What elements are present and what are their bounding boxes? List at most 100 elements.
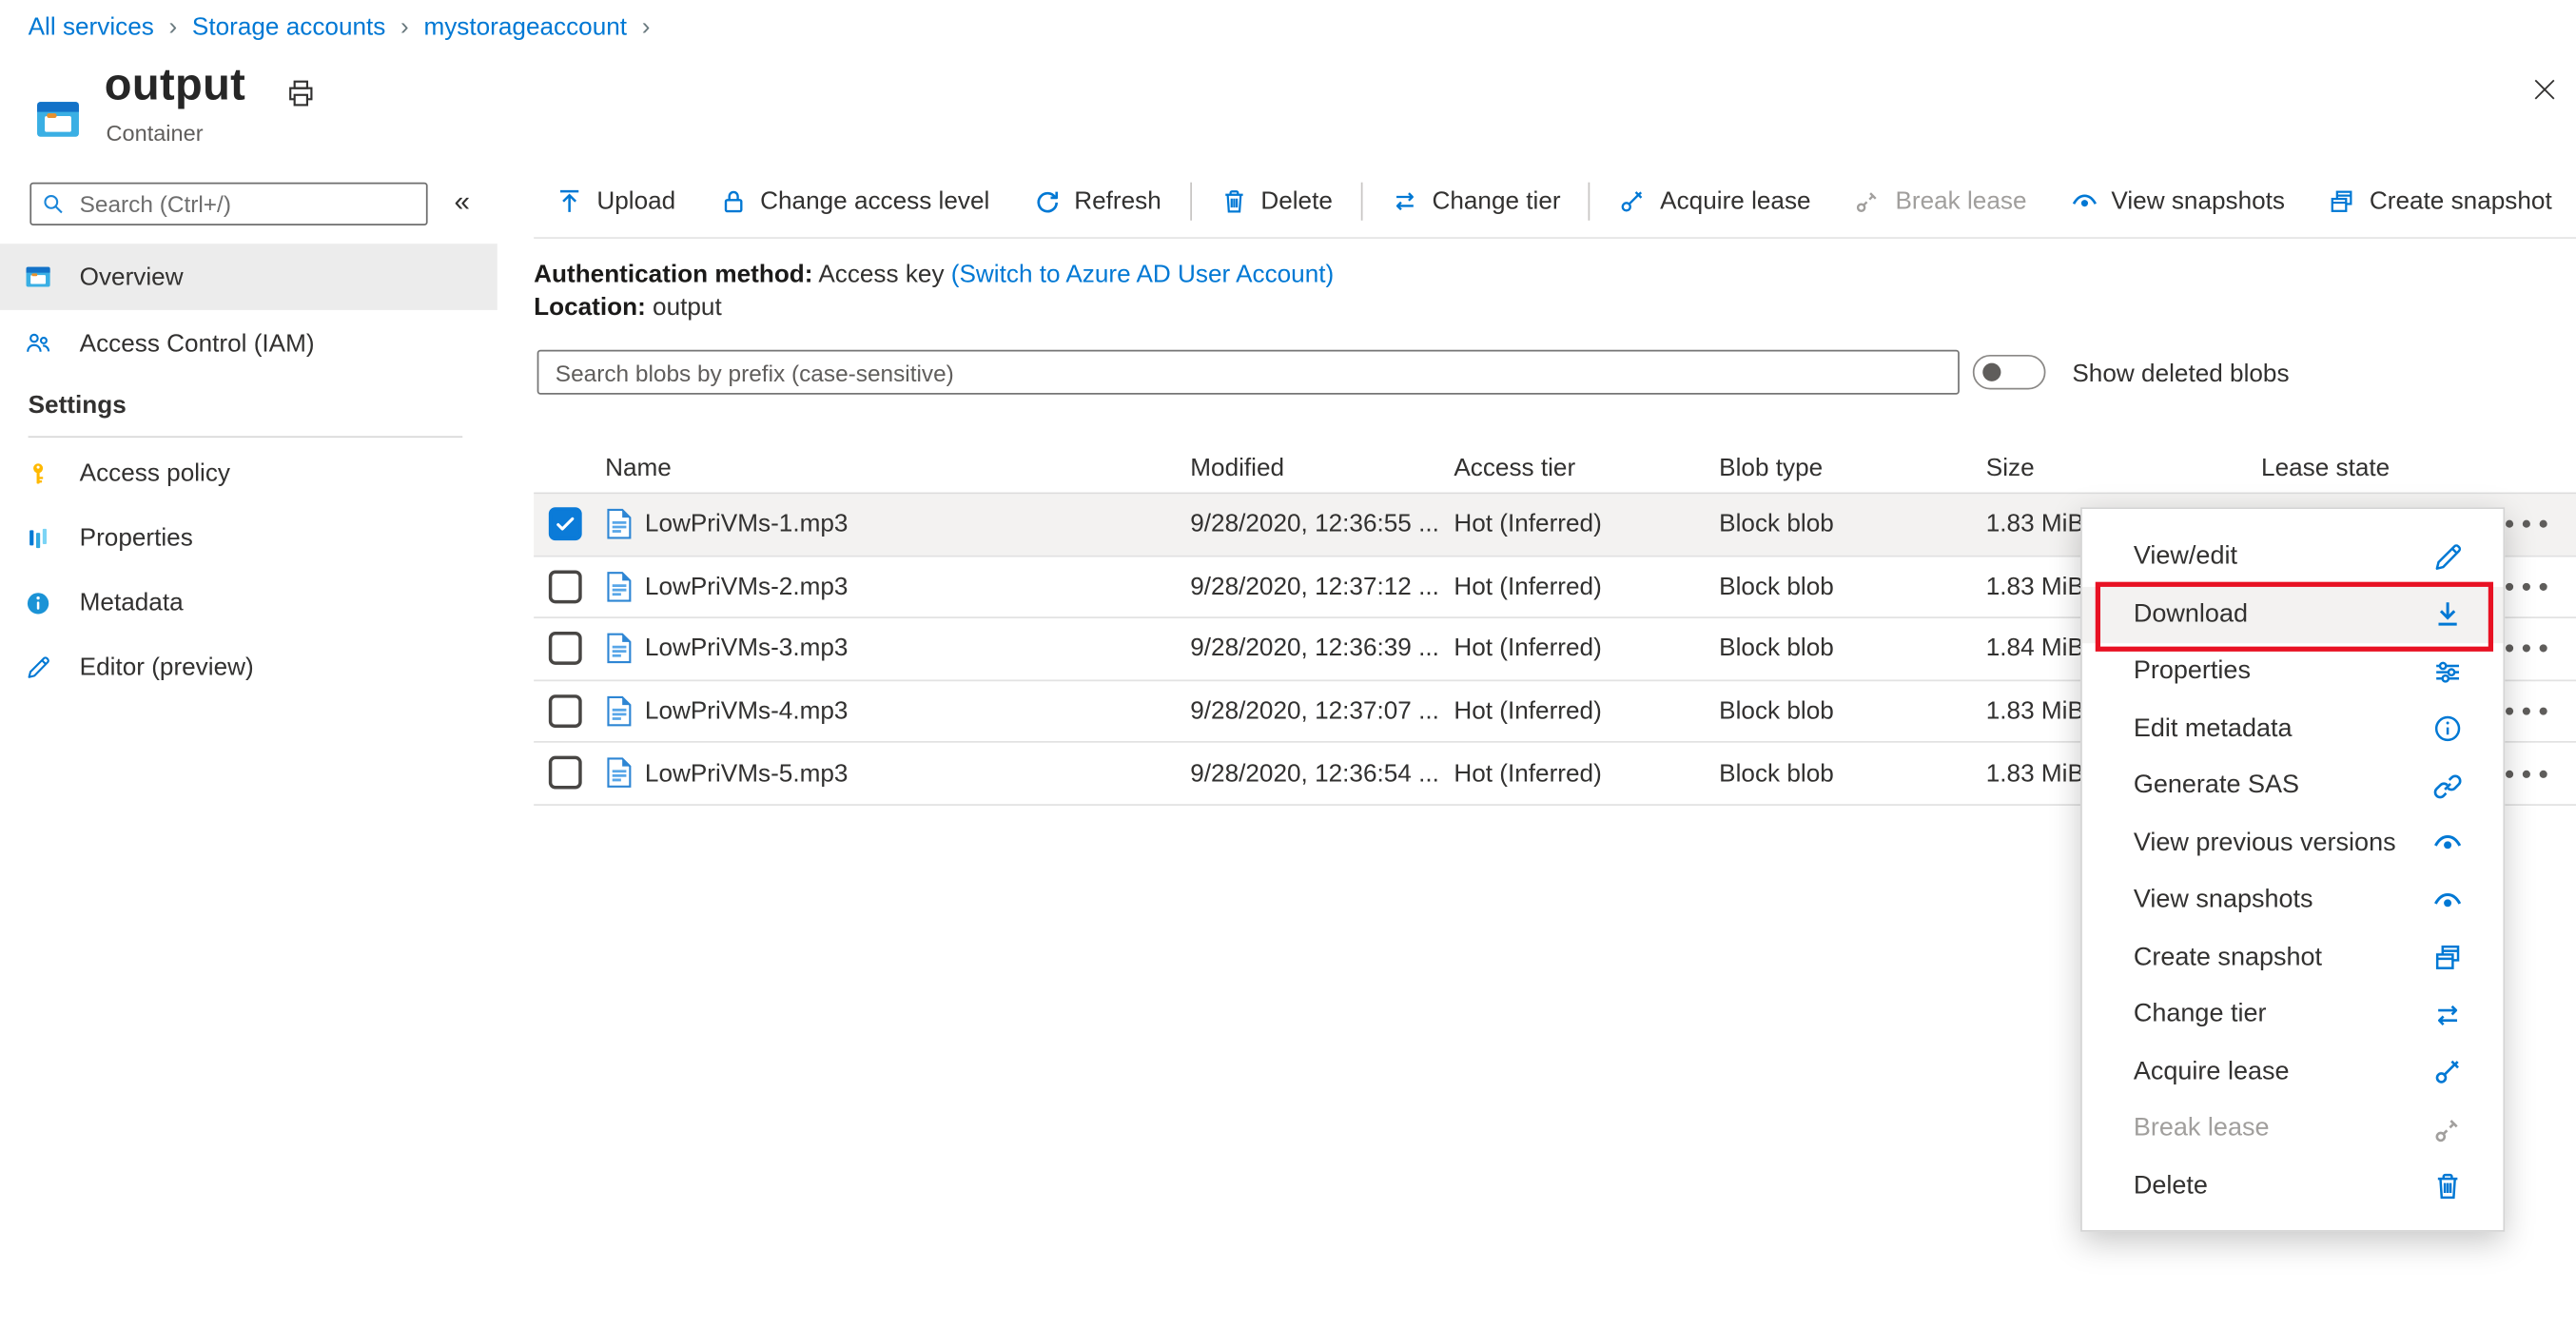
context-menu-item-label: Change tier [2133, 1000, 2267, 1028]
context-menu-item-view-previous-versions[interactable]: View previous versions [2082, 815, 2504, 872]
context-menu-item-generate-sas[interactable]: Generate SAS [2082, 757, 2504, 814]
breadcrumb: All services › Storage accounts › mystoragea… [29, 13, 651, 42]
location-value: output [653, 293, 722, 322]
cell-access-tier: Hot (Inferred) [1454, 635, 1602, 664]
cell-name[interactable]: LowPriVMs-3.mp3 [645, 635, 849, 663]
context-menu-item-view-edit[interactable]: View/edit [2082, 529, 2504, 586]
cell-name[interactable]: LowPriVMs-1.mp3 [645, 510, 849, 538]
context-menu-item-delete[interactable]: Delete [2082, 1158, 2504, 1215]
row-checkbox[interactable] [548, 693, 582, 728]
cell-modified: 9/28/2020, 12:36:54 ... [1190, 759, 1439, 789]
toolbar-button-acquire-lease[interactable]: Acquire lease [1597, 186, 1832, 215]
container-icon [35, 96, 82, 143]
context-menu-item-edit-metadata[interactable]: Edit metadata [2082, 700, 2504, 757]
context-menu-item-acquire-lease[interactable]: Acquire lease [2082, 1044, 2504, 1101]
context-menu-item-label: Properties [2133, 656, 2251, 686]
row-menu-button[interactable] [2503, 510, 2549, 539]
cell-size: 1.83 MiB [1985, 759, 2084, 789]
toolbar-button-change-tier[interactable]: Change tier [1369, 186, 1582, 215]
link-icon [2432, 771, 2464, 802]
toolbar-button-delete[interactable]: Delete [1198, 186, 1354, 215]
refresh-icon [1033, 186, 1062, 215]
pencil-icon [2432, 541, 2464, 573]
sidebar-item-overview[interactable]: Overview [0, 244, 498, 310]
trash-icon [2432, 1171, 2464, 1202]
auth-method-label: Authentication method: [534, 260, 813, 289]
sidebar-item-label: Metadata [79, 588, 184, 617]
sidebar-item-access-policy[interactable]: Access policy [0, 441, 498, 506]
toolbar-button-create-snapshot[interactable]: Create snapshot [2307, 186, 2574, 215]
context-menu-item-change-tier[interactable]: Change tier [2082, 986, 2504, 1044]
breadcrumb-link-storage-accounts[interactable]: Storage accounts [192, 13, 385, 42]
toolbar-button-upload[interactable]: Upload [534, 186, 697, 215]
printer-icon[interactable] [285, 78, 317, 109]
toolbar-button-label: Upload [596, 186, 676, 215]
breadcrumb-link-mystorageaccount[interactable]: mystorageaccount [423, 13, 627, 42]
breadcrumb-link-all-services[interactable]: All services [29, 13, 154, 42]
toolbar-button-change-access-level[interactable]: Change access level [697, 186, 1011, 215]
cell-modified: 9/28/2020, 12:36:55 ... [1190, 510, 1439, 539]
row-menu-button[interactable] [2503, 635, 2549, 664]
toolbar-button-label: Change tier [1432, 186, 1561, 215]
toolbar-button-label: Refresh [1074, 186, 1161, 215]
blob-prefix-search-input[interactable] [538, 359, 1959, 386]
breadcrumb-separator: › [400, 12, 409, 42]
sidebar-item-access-control-iam[interactable]: Access Control (IAM) [0, 310, 498, 377]
blob-prefix-search[interactable] [537, 349, 1960, 395]
toolbar-button-label: Delete [1260, 186, 1333, 215]
column-header-modified[interactable]: Modified [1190, 454, 1284, 482]
toolbar-button-view-snapshots[interactable]: View snapshots [2048, 186, 2307, 215]
show-deleted-blobs-toggle[interactable] [1972, 354, 2046, 390]
sidebar-search[interactable] [29, 182, 428, 226]
bars-icon [25, 525, 51, 552]
row-menu-button[interactable] [2503, 759, 2549, 789]
row-menu-button[interactable] [2503, 696, 2549, 726]
toolbar-separator [1189, 181, 1192, 220]
column-header-access-tier[interactable]: Access tier [1454, 454, 1575, 482]
cell-size: 1.83 MiB [1985, 572, 2084, 601]
context-menu-item-properties[interactable]: Properties [2082, 643, 2504, 700]
toolbar-button-label: Create snapshot [2369, 186, 2552, 215]
lease-break-icon [2432, 1114, 2464, 1145]
info-outline-icon [2432, 713, 2464, 745]
close-icon[interactable] [2531, 76, 2558, 103]
swap-icon [1391, 186, 1419, 215]
column-header-blob-type[interactable]: Blob type [1719, 454, 1823, 482]
row-checkbox[interactable] [548, 756, 582, 791]
sidebar-item-label: Editor (preview) [79, 653, 254, 682]
context-menu-item-create-snapshot[interactable]: Create snapshot [2082, 929, 2504, 986]
search-icon [42, 192, 65, 215]
row-checkbox[interactable] [548, 569, 582, 603]
column-header-name[interactable]: Name [605, 454, 672, 482]
context-menu-item-label: Edit metadata [2133, 713, 2293, 743]
lock-icon [719, 186, 748, 215]
sidebar-search-input[interactable] [76, 188, 417, 220]
cell-name[interactable]: LowPriVMs-2.mp3 [645, 573, 849, 601]
azure-container-blade: All services › Storage accounts › mystoragea… [0, 0, 2576, 1328]
context-menu-item-label: Delete [2133, 1171, 2208, 1201]
row-checkbox[interactable] [548, 507, 582, 541]
cell-name[interactable]: LowPriVMs-5.mp3 [645, 759, 849, 788]
sidebar-item-properties[interactable]: Properties [0, 506, 498, 571]
cell-access-tier: Hot (Inferred) [1454, 572, 1602, 601]
sidebar-item-label: Access Control (IAM) [79, 328, 315, 358]
sidebar-item-label: Overview [79, 263, 184, 291]
file-icon [607, 756, 632, 790]
toolbar-button-label: Acquire lease [1660, 186, 1811, 215]
row-menu-button[interactable] [2503, 572, 2549, 601]
toolbar-button-refresh[interactable]: Refresh [1011, 186, 1182, 215]
cell-modified: 9/28/2020, 12:36:39 ... [1190, 635, 1439, 664]
context-menu-item-label: Create snapshot [2133, 943, 2323, 971]
sidebar-collapse-button[interactable]: « [454, 186, 470, 219]
row-checkbox[interactable] [548, 632, 582, 666]
context-menu-item-download[interactable]: Download [2081, 586, 2504, 644]
column-header-size[interactable]: Size [1986, 454, 2035, 482]
column-header-lease-state[interactable]: Lease state [2261, 454, 2390, 482]
cell-name[interactable]: LowPriVMs-4.mp3 [645, 697, 849, 726]
sidebar-item-editor-preview[interactable]: Editor (preview) [0, 635, 498, 699]
cell-modified: 9/28/2020, 12:37:07 ... [1190, 696, 1439, 726]
sidebar-item-metadata[interactable]: Metadata [0, 570, 498, 635]
switch-account-link[interactable]: (Switch to Azure AD User Account) [951, 261, 1334, 289]
cell-size: 1.83 MiB [1985, 510, 2084, 539]
context-menu-item-view-snapshots[interactable]: View snapshots [2082, 872, 2504, 929]
